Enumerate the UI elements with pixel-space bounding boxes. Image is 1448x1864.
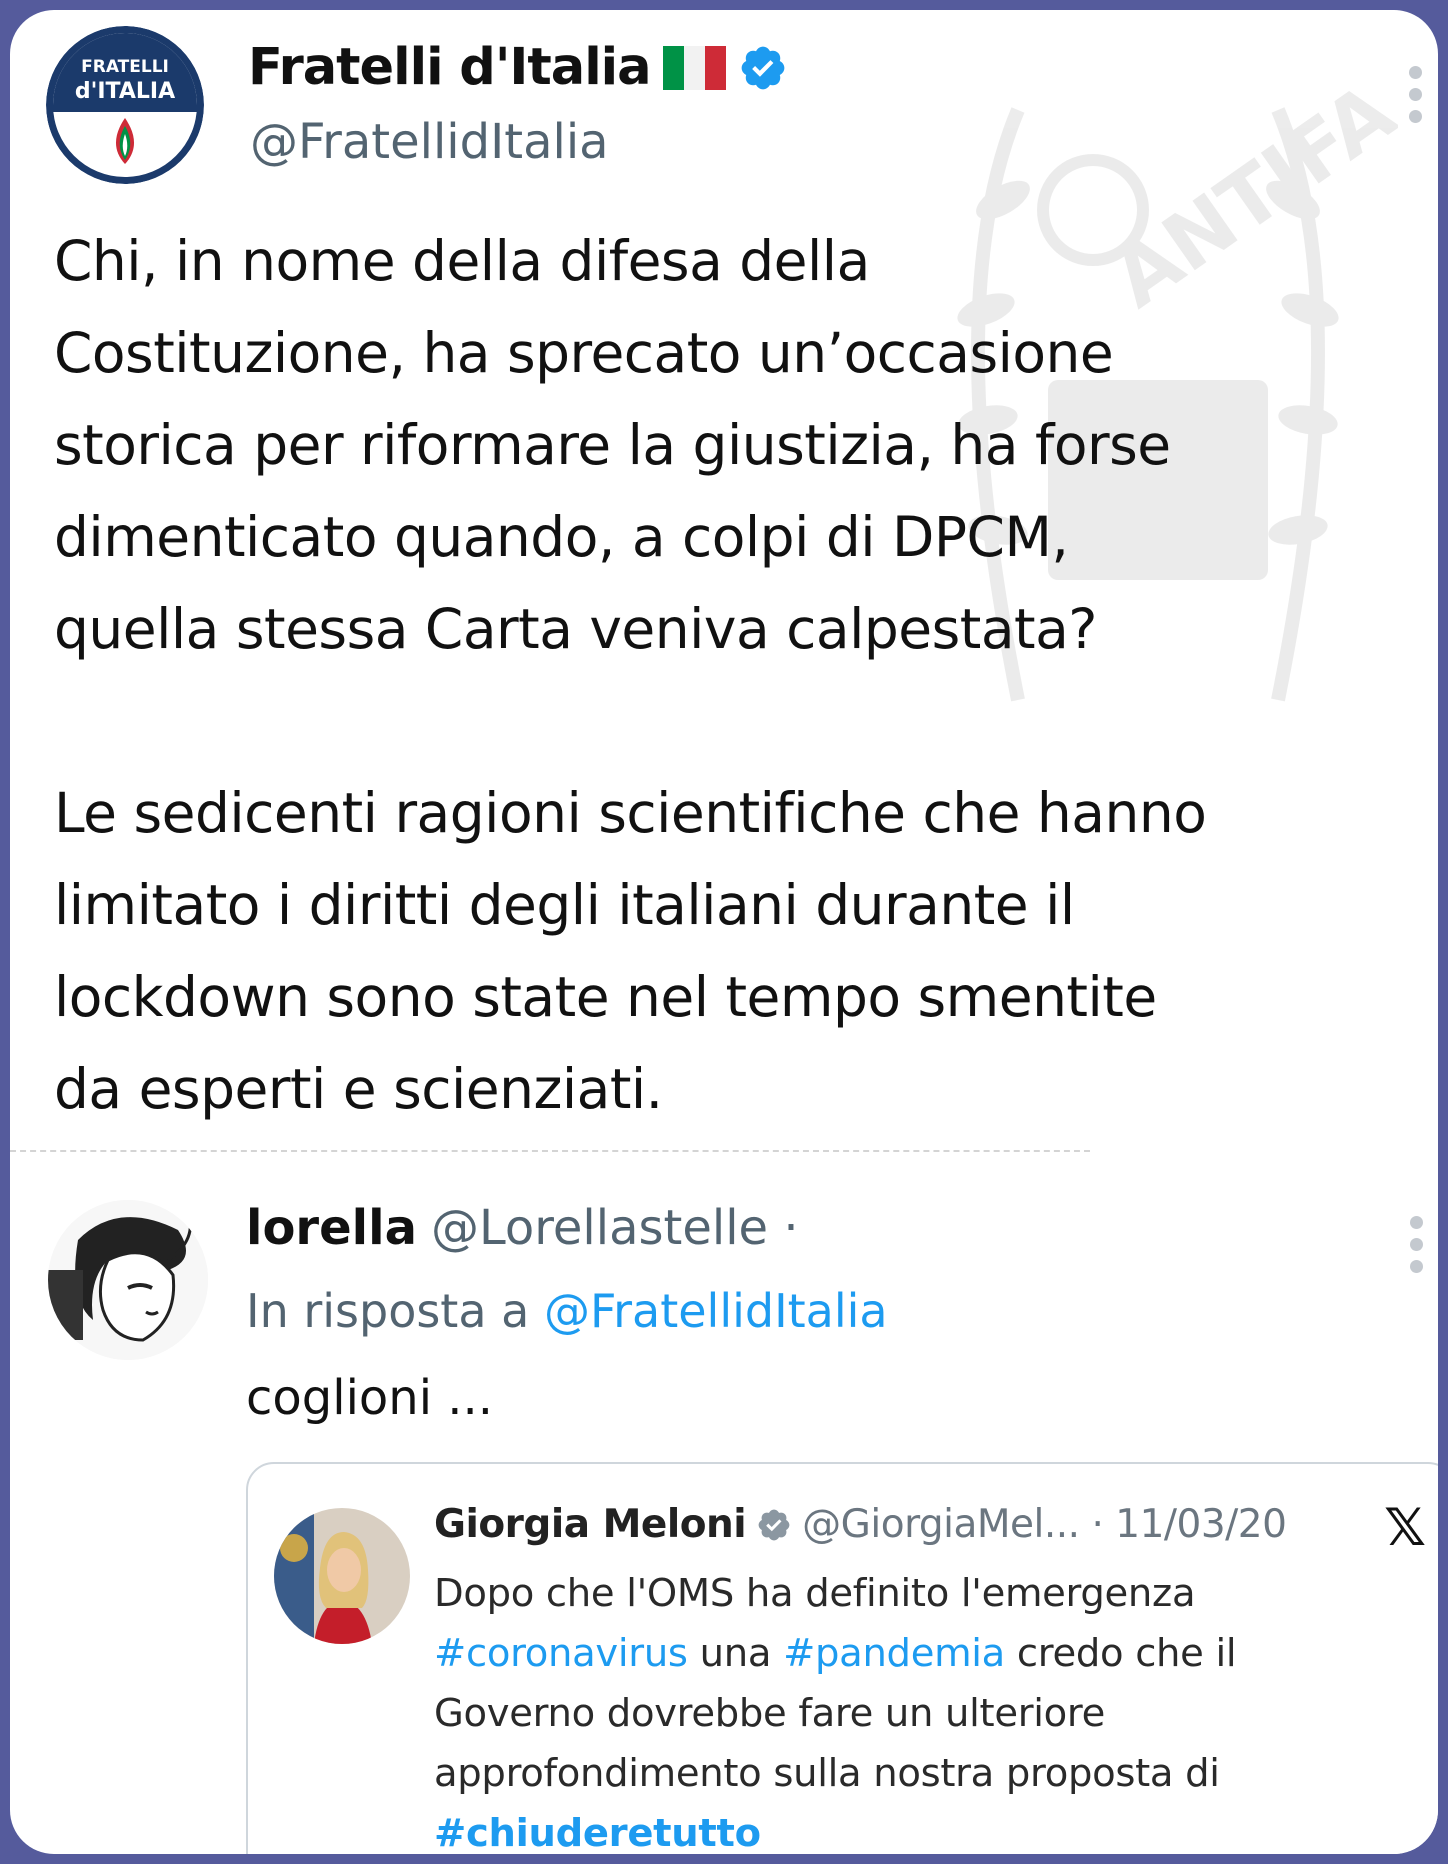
reply-handle[interactable]: @Lorellastelle ·	[431, 1200, 799, 1256]
post-header: Fratelli d'Italia	[248, 38, 788, 97]
x-logo-icon[interactable]: 𝕏	[1384, 1502, 1426, 1554]
avatar-meloni[interactable]	[274, 1508, 410, 1644]
hashtag-link[interactable]: #coronavirus	[434, 1631, 688, 1676]
quote-line: #coronavirus una #pandemia credo che il	[434, 1624, 1394, 1684]
quote-text-segment: approfondimento sulla nostra proposta di	[434, 1751, 1220, 1796]
reply-text: coglioni ...	[246, 1370, 494, 1426]
quote-line: Governo dovrebbe fare un ulteriore	[434, 1684, 1394, 1744]
quote-body: Dopo che l'OMS ha definito l'emergenza #c…	[434, 1564, 1394, 1854]
in-reply-to: In risposta a @FratellidItalia	[246, 1284, 888, 1338]
quote-text-segment: Governo dovrebbe fare un ulteriore	[434, 1691, 1105, 1736]
in-reply-prefix: In risposta a	[246, 1284, 530, 1338]
in-reply-link[interactable]: @FratellidItalia	[544, 1284, 888, 1338]
tweet-body: Chi, in nome della difesa della Costituz…	[54, 215, 1434, 1135]
text-line: quella stessa Carta veniva calpestata?	[54, 597, 1098, 661]
verified-badge-icon	[741, 46, 784, 89]
display-name[interactable]: Fratelli d'Italia	[248, 38, 652, 97]
svg-text:FRATELLI: FRATELLI	[81, 57, 169, 77]
paragraph-2: Le sedicenti ragioni scientifiche che ha…	[54, 767, 1434, 1135]
quote-handle-date: @GiorgiaMel... · 11/03/20	[802, 1502, 1287, 1547]
text-line: dimenticato quando, a colpi di DPCM,	[54, 505, 1069, 569]
screenshot-card: ANTIFA FRATELLI d'ITALIA Fratelli d'Ital…	[10, 10, 1438, 1854]
avatar-fratelli[interactable]: FRATELLI d'ITALIA	[46, 26, 204, 184]
reply-display-name[interactable]: lorella	[246, 1200, 417, 1256]
text-line: Chi, in nome della difesa della	[54, 229, 870, 293]
divider	[10, 1150, 1090, 1152]
quote-text-segment: Dopo che l'OMS ha definito l'emergenza	[434, 1571, 1196, 1616]
text-line: da esperti e scienziati.	[54, 1057, 663, 1121]
svg-text:d'ITALIA: d'ITALIA	[75, 79, 175, 104]
verified-badge-icon	[758, 1509, 790, 1540]
more-options-icon[interactable]	[1409, 66, 1423, 123]
quote-text-segment: credo che il	[1004, 1631, 1237, 1676]
hashtag-link[interactable]: #pandemia	[783, 1631, 1005, 1676]
text-line: storica per riformare la giustizia, ha f…	[54, 413, 1171, 477]
text-line: Costituzione, ha sprecato un’occasione	[54, 321, 1114, 385]
handle[interactable]: @FratellidItalia	[250, 114, 609, 170]
avatar-lorella[interactable]	[48, 1200, 208, 1360]
text-line: limitato i diritti degli italiani durant…	[54, 873, 1075, 937]
paragraph-1: Chi, in nome della difesa della Costituz…	[54, 215, 1434, 675]
text-line: Le sedicenti ragioni scientifiche che ha…	[54, 781, 1207, 845]
text-line: lockdown sono state nel tempo smentite	[54, 965, 1157, 1029]
quote-header: Giorgia Meloni @GiorgiaMel... · 11/03/20	[434, 1502, 1287, 1547]
quoted-tweet[interactable]: Giorgia Meloni @GiorgiaMel... · 11/03/20…	[246, 1462, 1438, 1854]
hashtag-link[interactable]: #chiuderetutto	[434, 1811, 761, 1854]
quote-text-segment: una	[687, 1631, 784, 1676]
reply-header: lorella @Lorellastelle ·	[246, 1200, 799, 1256]
quote-line: #chiuderetutto	[434, 1804, 1394, 1854]
quote-line: Dopo che l'OMS ha definito l'emergenza	[434, 1564, 1394, 1624]
quote-display-name[interactable]: Giorgia Meloni	[434, 1502, 747, 1547]
italy-flag-icon	[662, 45, 726, 90]
quote-line: approfondimento sulla nostra proposta di	[434, 1744, 1394, 1804]
reply-more-options-icon[interactable]	[1410, 1216, 1424, 1273]
